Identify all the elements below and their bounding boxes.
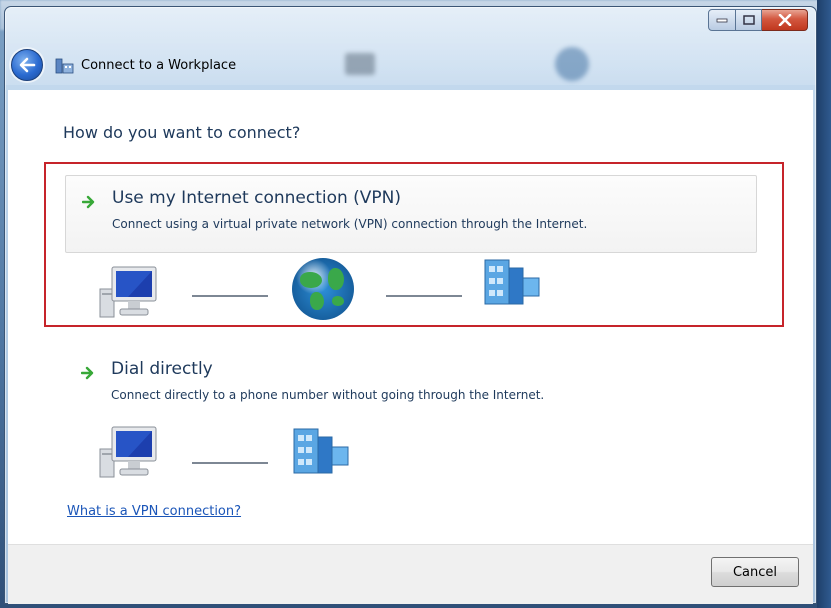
close-button[interactable] bbox=[762, 9, 808, 31]
nav-row: Connect to a Workplace bbox=[11, 49, 236, 81]
option-dial-description: Connect directly to a phone number witho… bbox=[111, 388, 545, 402]
caption-buttons bbox=[708, 9, 808, 31]
option-vpn-description: Connect using a virtual private network … bbox=[112, 217, 588, 231]
vpn-help-link[interactable]: What is a VPN connection? bbox=[67, 504, 241, 519]
computer-icon bbox=[99, 426, 157, 478]
content-area: How do you want to connect? Use my Inter… bbox=[8, 90, 813, 544]
screen: Connect to a Workplace How do you want t… bbox=[0, 0, 831, 608]
server-icon bbox=[293, 428, 349, 474]
server-icon bbox=[484, 259, 540, 305]
option-vpn-title: Use my Internet connection (VPN) bbox=[112, 188, 402, 208]
page-heading: How do you want to connect? bbox=[63, 123, 301, 142]
back-button[interactable] bbox=[11, 49, 43, 81]
close-icon bbox=[778, 14, 791, 26]
window-title: Connect to a Workplace bbox=[81, 57, 237, 73]
arrow-right-icon bbox=[82, 195, 95, 209]
desktop-edge bbox=[817, 0, 831, 608]
title-bar: Connect to a Workplace bbox=[5, 7, 816, 85]
connector-line bbox=[192, 295, 268, 297]
connect-to-workplace-window: Connect to a Workplace How do you want t… bbox=[4, 6, 817, 604]
arrow-right-icon bbox=[81, 366, 94, 380]
minimize-button[interactable] bbox=[708, 9, 736, 31]
maximize-icon bbox=[742, 15, 755, 25]
option-dial-title: Dial directly bbox=[111, 359, 213, 379]
option-vpn[interactable]: Use my Internet connection (VPN) Connect… bbox=[65, 175, 757, 253]
cancel-button[interactable]: Cancel bbox=[711, 557, 799, 587]
background-blur bbox=[285, 47, 805, 81]
maximize-button[interactable] bbox=[736, 9, 762, 31]
minimize-icon bbox=[716, 18, 728, 23]
globe-icon bbox=[292, 258, 354, 320]
option-dial[interactable]: Dial directly Connect directly to a phon… bbox=[65, 347, 757, 425]
computer-icon bbox=[99, 266, 157, 318]
connector-line bbox=[192, 462, 268, 464]
connector-line bbox=[386, 295, 462, 297]
footer: Cancel bbox=[8, 544, 813, 604]
back-arrow-icon bbox=[19, 57, 36, 73]
workplace-icon bbox=[55, 56, 75, 74]
